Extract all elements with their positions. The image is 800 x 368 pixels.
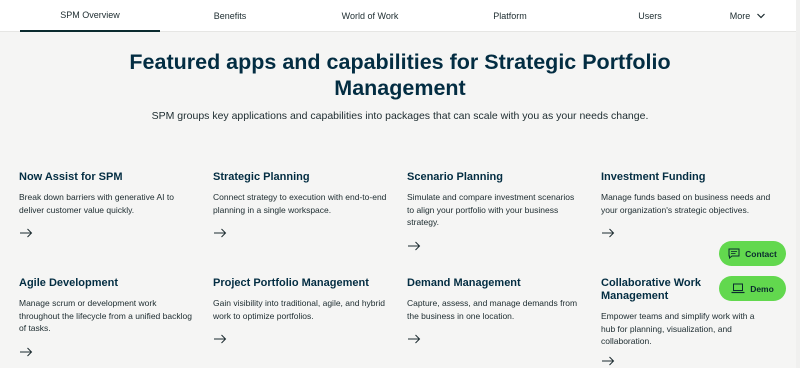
card-project-portfolio-management: Project Portfolio Management Gain visibi… <box>213 277 388 344</box>
card-description: Connect strategy to execution with end-t… <box>213 192 387 215</box>
demo-button[interactable]: Demo <box>719 276 786 301</box>
card-description: Manage scrum or development work through… <box>19 298 192 334</box>
tab-label: SPM Overview <box>60 10 120 20</box>
card-scenario-planning: Scenario Planning Simulate and compare i… <box>407 171 582 251</box>
arrow-right-icon[interactable] <box>213 334 227 344</box>
contact-button-label: Contact <box>745 248 777 259</box>
card-title: Strategic Planning <box>213 171 310 183</box>
tab-spm-overview[interactable]: SPM Overview <box>20 0 160 32</box>
tab-benefits[interactable]: Benefits <box>160 0 300 32</box>
arrow-right-icon[interactable] <box>407 241 421 251</box>
tab-world-of-work[interactable]: World of Work <box>300 0 440 32</box>
card-title: Agile Development <box>19 277 119 289</box>
card-description: Capture, assess, and manage demands from… <box>407 298 578 321</box>
card-collaborative-work-management: Collaborative Work Management Empower te… <box>601 277 755 366</box>
card-description: Break down barriers with generative AI t… <box>19 192 174 215</box>
tab-users[interactable]: Users <box>580 0 720 32</box>
arrow-right-icon[interactable] <box>601 356 615 366</box>
tab-label: Benefits <box>213 11 247 21</box>
card-description: Simulate and compare investment scenario… <box>407 192 575 228</box>
card-strategic-planning: Strategic Planning Connect strategy to e… <box>213 171 388 238</box>
tab-label: Users <box>638 11 662 21</box>
contact-button[interactable]: Contact <box>719 241 786 266</box>
tab-more[interactable]: More <box>716 0 780 32</box>
tab-label: World of Work <box>341 11 399 21</box>
page-subtitle: SPM groups key applications and capabili… <box>151 110 649 122</box>
card-agile-development: Agile Development Manage scrum or develo… <box>19 277 194 357</box>
arrow-right-icon[interactable] <box>19 347 33 357</box>
chevron-down-icon <box>757 13 766 19</box>
demo-button-label: Demo <box>750 283 774 294</box>
tab-label: Platform <box>493 11 527 21</box>
section-tab-bar: SPM Overview Benefits World of Work Plat… <box>0 0 800 32</box>
card-title: Scenario Planning <box>407 171 503 183</box>
card-title: Investment Funding <box>601 171 706 183</box>
card-description: Manage funds based on business needs and… <box>601 192 771 215</box>
page-title: Featured apps and capabilities for Strat… <box>129 50 671 100</box>
arrow-right-icon[interactable] <box>213 228 227 238</box>
scrollbar[interactable] <box>796 0 800 368</box>
chat-icon <box>728 248 740 259</box>
card-description: Empower teams and simplify work with a h… <box>601 311 755 347</box>
tab-label: More <box>729 11 751 21</box>
arrow-right-icon[interactable] <box>407 334 421 344</box>
card-title: Demand Management <box>407 277 521 289</box>
card-investment-funding: Investment Funding Manage funds based on… <box>601 171 776 238</box>
card-now-assist: Now Assist for SPM Break down barriers w… <box>19 171 194 238</box>
card-demand-management: Demand Management Capture, assess, and m… <box>407 277 582 344</box>
arrow-right-icon[interactable] <box>19 228 33 238</box>
arrow-right-icon[interactable] <box>601 228 615 238</box>
card-title: Collaborative Work Management <box>601 277 702 302</box>
card-title: Project Portfolio Management <box>213 277 369 289</box>
tab-platform[interactable]: Platform <box>440 0 580 32</box>
card-description: Gain visibility into traditional, agile,… <box>213 298 385 321</box>
laptop-icon <box>731 283 745 294</box>
card-title: Now Assist for SPM <box>19 171 123 183</box>
